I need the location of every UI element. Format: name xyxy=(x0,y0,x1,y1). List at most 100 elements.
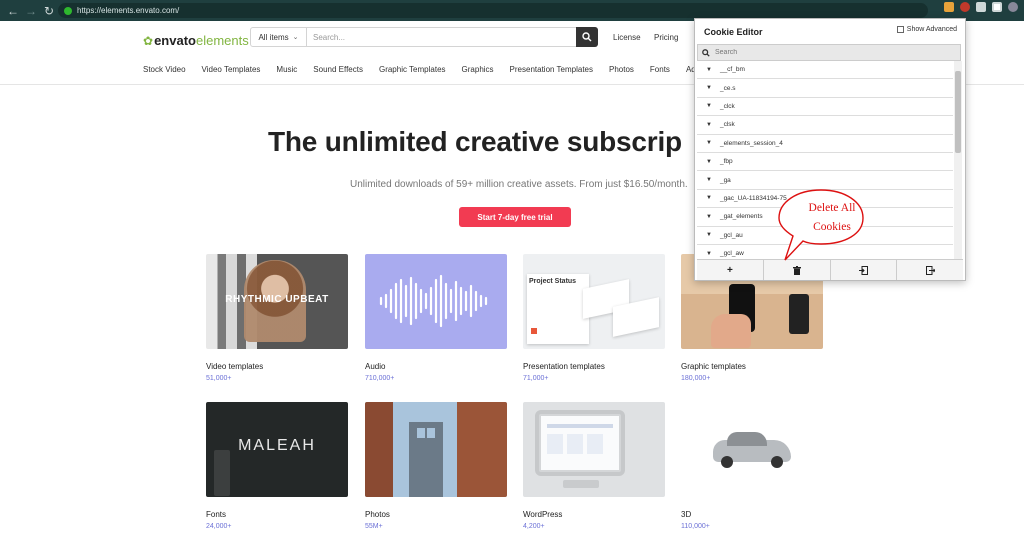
card-title: Video templates xyxy=(206,362,264,371)
chevron-down-icon: ▼ xyxy=(706,103,712,110)
nav-presentation-templates[interactable]: Presentation Templates xyxy=(510,65,593,74)
nav-graphic-templates[interactable]: Graphic Templates xyxy=(379,65,446,74)
show-advanced-checkbox[interactable] xyxy=(896,26,904,33)
cookie-row[interactable]: ▼ _elements_session_4 xyxy=(697,135,953,153)
cookie-row[interactable]: ▼ _ga xyxy=(697,171,953,190)
license-link[interactable]: License xyxy=(613,33,641,42)
chevron-down-icon: ▼ xyxy=(706,195,712,202)
cookie-name: __cf_bm xyxy=(719,66,745,74)
card-title: Presentation templates xyxy=(523,362,605,371)
waveform-icon xyxy=(379,274,488,328)
cookie-name: _fbp xyxy=(719,158,733,166)
cookie-row[interactable]: ▼ _clck xyxy=(697,98,953,117)
search-icon xyxy=(582,32,592,42)
logo-elements-text: elements xyxy=(195,33,249,48)
cookie-row[interactable]: ▼ _ce.s xyxy=(697,79,953,98)
search-input[interactable] xyxy=(307,32,576,42)
chevron-down-icon: ▼ xyxy=(706,158,712,165)
category-card-wordpress[interactable]: WordPress 4,200+ xyxy=(523,402,665,530)
card-count: 24,000+ xyxy=(206,523,232,530)
card-count: 71,000+ xyxy=(523,375,549,382)
scrollbar-thumb[interactable] xyxy=(955,71,961,153)
cookie-row[interactable]: ▼ _clsk xyxy=(697,116,953,135)
search-category-select[interactable]: All items ⌄ xyxy=(251,28,307,46)
video-templates-overlay-text: RHYTHMIC UPBEAT xyxy=(225,294,329,305)
sidebar-icon[interactable] xyxy=(992,2,1002,12)
add-icon: + xyxy=(726,264,733,276)
show-advanced-toggle[interactable]: Show Advanced xyxy=(896,26,957,33)
nav-stock-video[interactable]: Stock Video xyxy=(143,65,186,74)
card-count: 110,000+ xyxy=(681,523,710,530)
callout-line-1: Delete All xyxy=(808,202,856,214)
callout-line-2: Cookies xyxy=(813,221,851,233)
pricing-link[interactable]: Pricing xyxy=(654,33,678,42)
wordpress-thumbnail xyxy=(523,402,665,497)
card-title: Fonts xyxy=(206,510,227,519)
show-advanced-label: Show Advanced xyxy=(906,26,957,33)
card-title: 3D xyxy=(681,510,692,519)
card-count: 55M+ xyxy=(365,523,383,530)
search-icon xyxy=(702,48,710,57)
nav-photos[interactable]: Photos xyxy=(609,65,634,74)
cookie-list-scrollbar[interactable] xyxy=(954,61,962,259)
nav-video-templates[interactable]: Video Templates xyxy=(202,65,261,74)
extensions-area xyxy=(944,2,1018,12)
presentation-overlay-text: Project Status xyxy=(529,278,577,285)
nav-music[interactable]: Music xyxy=(276,65,297,74)
hero-subtitle: Unlimited downloads of 59+ million creat… xyxy=(350,179,688,190)
category-card-photos[interactable]: Photos 55M+ xyxy=(365,402,507,530)
leaf-icon: ✿ xyxy=(143,33,154,48)
category-card-3d[interactable]: 3D 110,000+ xyxy=(681,402,823,530)
card-title: Audio xyxy=(365,362,386,371)
video-templates-thumbnail: RHYTHMIC UPBEAT xyxy=(206,254,348,349)
cookie-search-bar xyxy=(697,44,961,61)
card-count: 4,200+ xyxy=(523,523,545,530)
add-cookie-button[interactable]: + xyxy=(697,260,764,280)
flag-extension-icon[interactable] xyxy=(944,2,954,12)
photos-thumbnail xyxy=(365,402,507,497)
reload-icon[interactable]: ↻ xyxy=(40,0,58,21)
callout-text: Delete All Cookies xyxy=(797,199,867,237)
card-count: 51,000+ xyxy=(206,375,232,382)
nav-sound-effects[interactable]: Sound Effects xyxy=(313,65,363,74)
card-count: 710,000+ xyxy=(365,375,395,382)
address-bar[interactable]: https://elements.envato.com/ xyxy=(58,3,928,18)
chevron-down-icon: ▼ xyxy=(706,66,712,73)
profile-avatar[interactable] xyxy=(1008,2,1018,12)
forward-icon[interactable]: → xyxy=(22,0,40,21)
chevron-down-icon: ▼ xyxy=(706,85,712,92)
audio-thumbnail xyxy=(365,254,507,349)
chevron-down-icon: ▼ xyxy=(706,213,712,220)
chevron-down-icon: ▼ xyxy=(706,250,712,257)
card-title: WordPress xyxy=(523,510,563,519)
category-card-video-templates[interactable]: RHYTHMIC UPBEAT Video templates 51,000+ xyxy=(206,254,348,382)
cookie-search-input[interactable] xyxy=(715,49,935,56)
cookie-row[interactable]: ▼ __cf_bm xyxy=(697,61,953,80)
card-title: Photos xyxy=(365,510,390,519)
cookie-row[interactable]: ▼ _fbp xyxy=(697,153,953,172)
chevron-down-icon: ▼ xyxy=(706,232,712,239)
card-title: Graphic templates xyxy=(681,362,746,371)
category-card-audio[interactable]: Audio 710,000+ xyxy=(365,254,507,382)
free-trial-button[interactable]: Start 7-day free trial xyxy=(459,207,571,227)
export-button[interactable] xyxy=(897,260,963,280)
cookie-extension-icon[interactable] xyxy=(960,2,970,12)
search-button[interactable] xyxy=(576,27,598,47)
category-nav: Stock Video Video Templates Music Sound … xyxy=(143,65,723,74)
puzzle-icon[interactable] xyxy=(976,2,986,12)
chevron-down-icon: ▼ xyxy=(706,140,712,147)
category-card-presentation-templates[interactable]: Project Status Presentation templates 71… xyxy=(523,254,665,382)
envato-logo[interactable]: ✿ envato elements xyxy=(143,33,249,48)
card-count: 180,000+ xyxy=(681,375,711,382)
search-bar: All items ⌄ xyxy=(250,27,598,47)
hero-title: The unlimited creative subscrip xyxy=(268,126,682,157)
back-icon[interactable]: ← xyxy=(4,0,22,21)
cookie-name: _gcl_au xyxy=(719,231,743,239)
cookie-name: _gcl_aw xyxy=(719,250,744,258)
nav-graphics[interactable]: Graphics xyxy=(462,65,494,74)
fonts-thumbnail: MALEAH xyxy=(206,402,348,497)
3d-thumbnail xyxy=(681,402,823,497)
category-card-fonts[interactable]: MALEAH Fonts 24,000+ xyxy=(206,402,348,530)
chevron-down-icon: ▼ xyxy=(706,177,712,184)
nav-fonts[interactable]: Fonts xyxy=(650,65,670,74)
